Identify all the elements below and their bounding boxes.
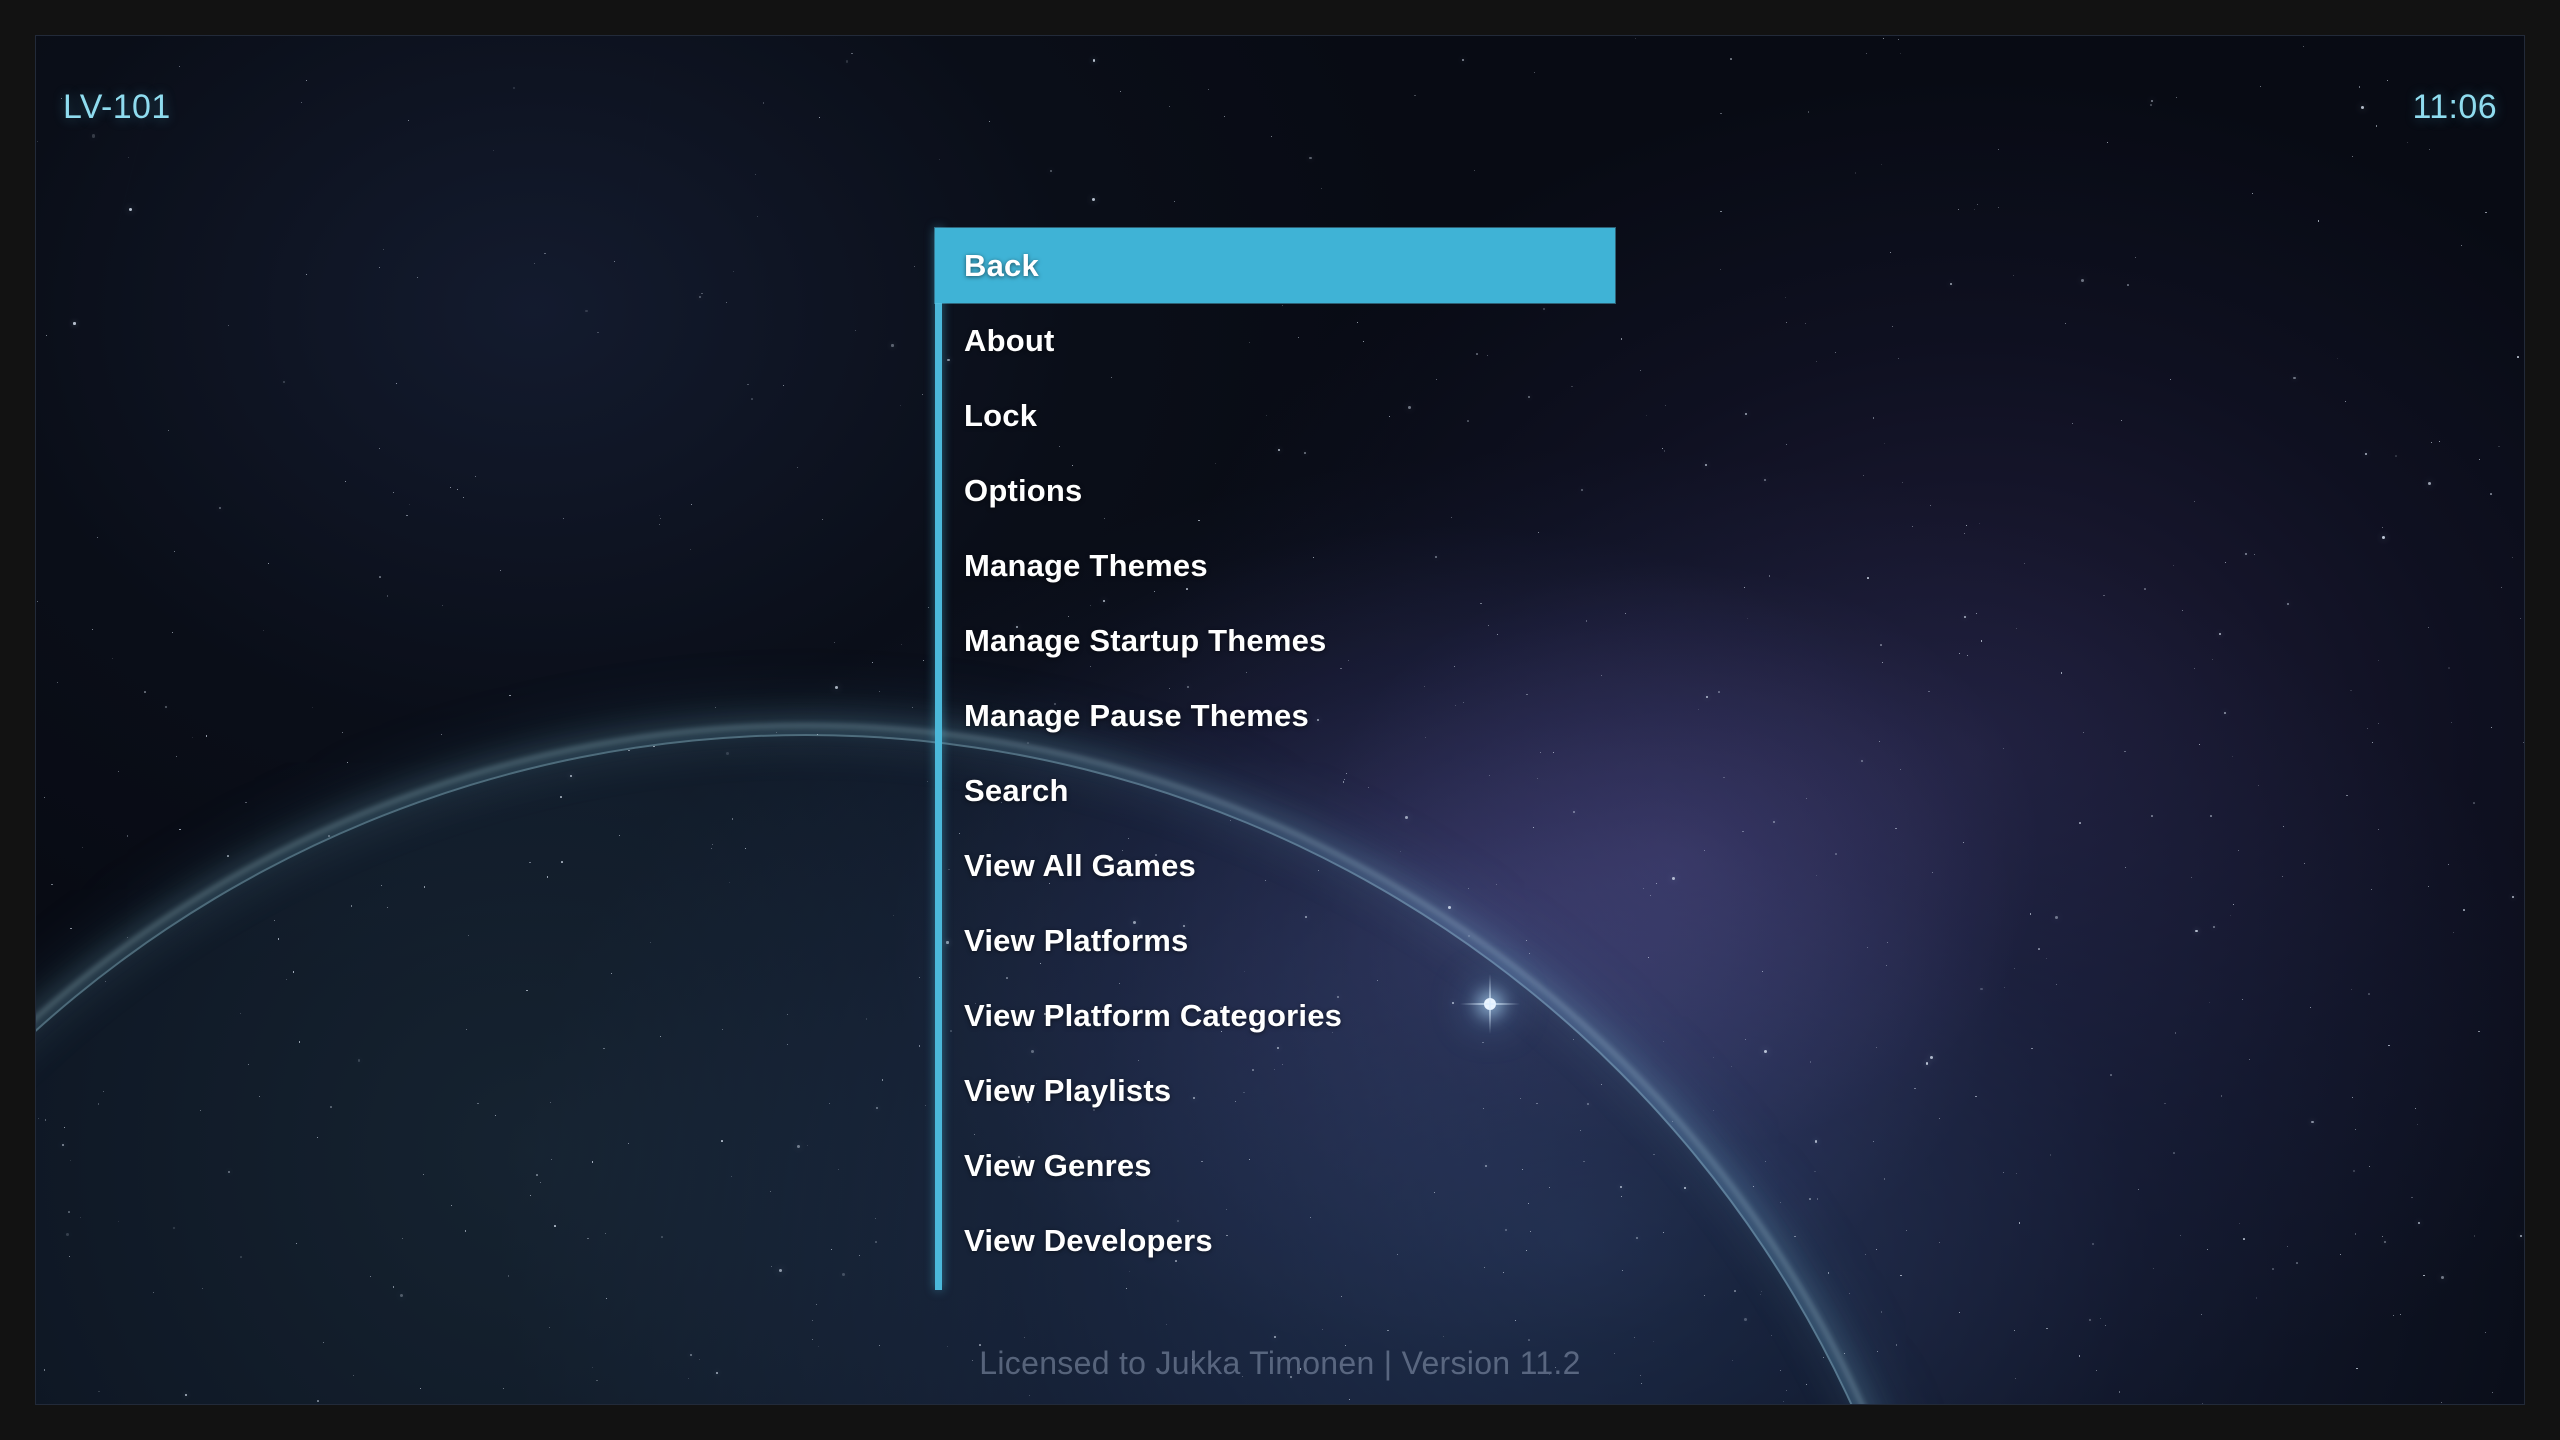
menu-item-label: View Platform Categories [964, 997, 1343, 1033]
menu-item-label: View All Games [964, 847, 1196, 883]
menu-item-view-playlists[interactable]: View Playlists [935, 1053, 1615, 1128]
menu-item-view-platforms[interactable]: View Platforms [935, 903, 1615, 978]
content-frame: LV-101 11:06 Back About Lock Options Manage … [35, 35, 2525, 1405]
section-title: LV-101 [63, 88, 171, 126]
menu-item-manage-pause-themes[interactable]: Manage Pause Themes [935, 678, 1615, 753]
menu-item-label: View Developers [964, 1222, 1213, 1258]
menu-item-view-genres[interactable]: View Genres [935, 1128, 1615, 1203]
menu-item-label: Manage Pause Themes [964, 697, 1309, 733]
menu-list: Back About Lock Options Manage Themes Manage … [935, 228, 1615, 1278]
menu-item-label: Manage Themes [964, 547, 1208, 583]
menu-item-about[interactable]: About [935, 303, 1615, 378]
menu-item-label: View Platforms [964, 922, 1189, 958]
top-bar: LV-101 11:06 [36, 36, 2524, 146]
menu-item-label: Lock [964, 397, 1038, 433]
menu-item-label: Search [964, 772, 1069, 808]
clock: 11:06 [2412, 88, 2497, 126]
menu-item-manage-themes[interactable]: Manage Themes [935, 528, 1615, 603]
menu-item-view-platform-categories[interactable]: View Platform Categories [935, 978, 1615, 1053]
menu-item-options[interactable]: Options [935, 453, 1615, 528]
menu-item-view-developers[interactable]: View Developers [935, 1203, 1615, 1278]
menu-item-label: About [964, 322, 1055, 358]
menu-item-label: Manage Startup Themes [964, 622, 1327, 658]
menu-item-lock[interactable]: Lock [935, 378, 1615, 453]
menu-item-label: View Genres [964, 1147, 1152, 1183]
menu-item-back[interactable]: Back [935, 228, 1615, 303]
launcher-screen: LV-101 11:06 Back About Lock Options Manage … [0, 0, 2560, 1440]
license-footer: Licensed to Jukka Timonen | Version 11.2 [979, 1345, 1581, 1381]
menu-item-label: Back [964, 247, 1039, 283]
menu-item-view-all-games[interactable]: View All Games [935, 828, 1615, 903]
main-menu: Back About Lock Options Manage Themes Manage … [935, 228, 1615, 1290]
menu-item-manage-startup-themes[interactable]: Manage Startup Themes [935, 603, 1615, 678]
menu-item-search[interactable]: Search [935, 753, 1615, 828]
menu-item-label: Options [964, 472, 1083, 508]
menu-item-label: View Playlists [964, 1072, 1172, 1108]
